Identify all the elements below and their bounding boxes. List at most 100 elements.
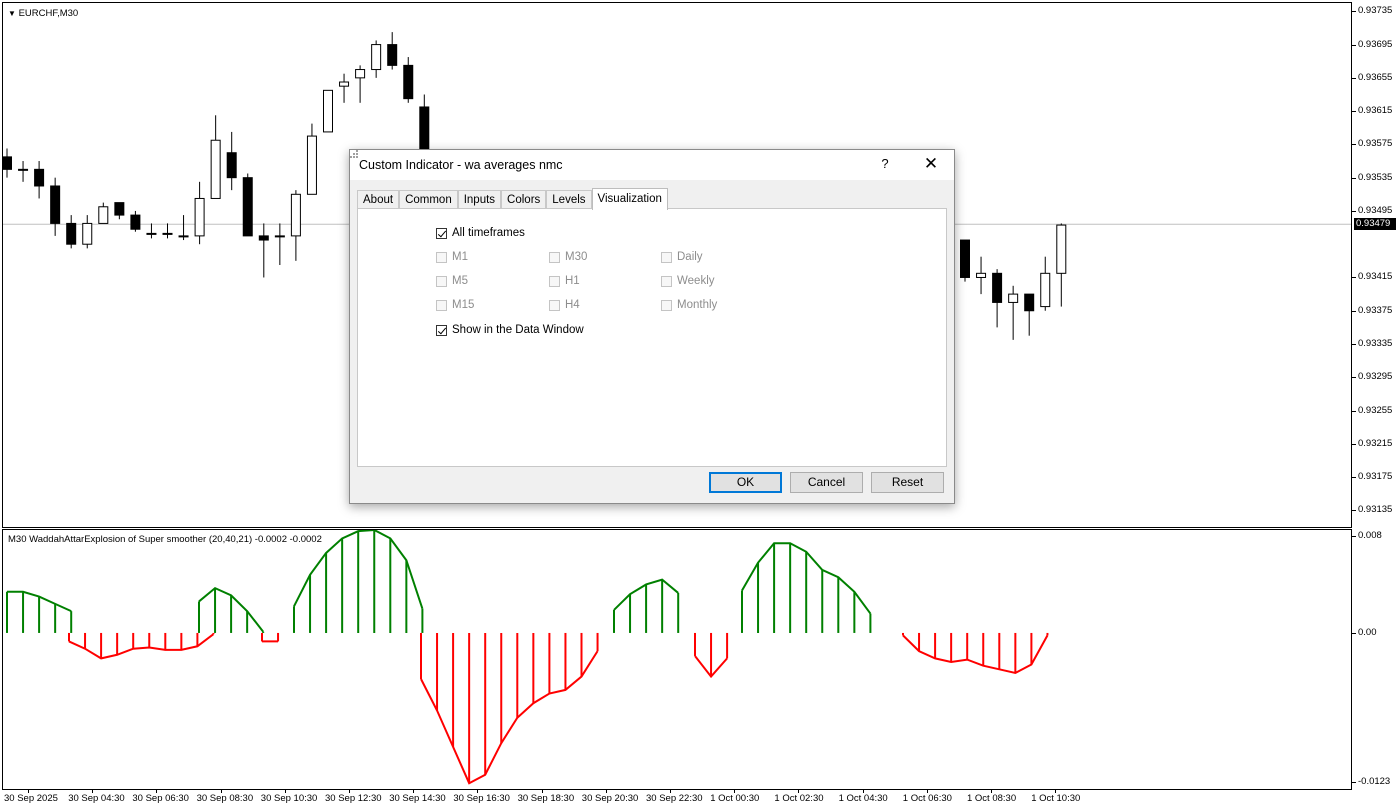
checkbox-icon[interactable]: [436, 299, 447, 311]
candle: [194, 181, 205, 245]
timeframe-m5-checkbox[interactable]: M5: [436, 275, 468, 287]
timeframe-monthly-checkbox[interactable]: Monthly: [661, 299, 717, 311]
bear-candle-body: [992, 272, 1003, 303]
candle: [178, 215, 189, 241]
candle: [162, 223, 173, 239]
checkbox-icon[interactable]: [436, 251, 447, 263]
checkbox-icon[interactable]: [661, 299, 672, 311]
bear-candle-body: [114, 202, 125, 216]
time-axis-label: 30 Sep 10:30: [260, 793, 318, 804]
timeframe-label: Monthly: [677, 299, 718, 311]
checkbox-checked-icon[interactable]: [436, 227, 447, 239]
bear-candle-body: [3, 156, 12, 170]
price-tick: [1352, 177, 1356, 179]
timeframe-m15-checkbox[interactable]: M15: [436, 299, 474, 311]
ok-button[interactable]: OK: [709, 472, 782, 493]
timeframe-m30-checkbox[interactable]: M30: [549, 251, 587, 263]
timeframe-label: H4: [565, 299, 580, 311]
bear-candle-body: [50, 185, 61, 224]
all-timeframes-label: All timeframes: [452, 227, 525, 239]
reset-button[interactable]: Reset: [871, 472, 944, 493]
time-axis-label: 30 Sep 04:30: [68, 793, 125, 804]
bear-candle-body: [403, 64, 414, 100]
indicator-axis-label: 0.008: [1358, 530, 1382, 541]
bull-candle-body: [210, 139, 221, 199]
indicator-axis-label: 0.00: [1358, 626, 1377, 638]
show-in-data-window-label: Show in the Data Window: [452, 324, 584, 336]
tab-common[interactable]: Common: [399, 190, 458, 210]
show-in-data-window-checkbox[interactable]: Show in the Data Window: [436, 324, 584, 336]
checkbox-icon[interactable]: [549, 275, 560, 287]
bull-candle-body: [371, 44, 382, 71]
price-tick: [1352, 443, 1356, 445]
time-axis[interactable]: 30 Sep 2025 30 Sep 04:30 30 Sep 06:30 30 Se…: [0, 789, 1352, 811]
tab-about[interactable]: About: [357, 190, 400, 210]
price-axis-label: 0.93695: [1358, 38, 1393, 50]
dialog-titlebar[interactable]: Custom Indicator - wa averages nmc ? ✕: [350, 150, 954, 180]
checkbox-checked-icon[interactable]: [436, 324, 447, 336]
candle: [355, 65, 366, 103]
cancel-button[interactable]: Cancel: [790, 472, 863, 493]
timeframe-daily-checkbox[interactable]: Daily: [661, 251, 703, 263]
timeframe-weekly-checkbox[interactable]: Weekly: [661, 275, 715, 287]
bear-candle-body: [34, 168, 45, 187]
time-axis-label: 30 Sep 22:30: [646, 793, 703, 804]
custom-indicator-dialog: Custom Indicator - wa averages nmc ? ✕ A…: [349, 149, 955, 504]
timeframe-label: Weekly: [677, 275, 715, 287]
price-axis-label: 0.93375: [1358, 304, 1393, 316]
candle: [1024, 293, 1035, 336]
bull-candle-body: [355, 69, 366, 79]
bull-candle-body: [323, 89, 333, 133]
bull-candle-body: [339, 81, 350, 87]
chevron-down-icon[interactable]: ▼: [8, 9, 16, 18]
timeframe-label: M30: [565, 251, 588, 263]
indicator-tick: [1352, 782, 1356, 783]
checkbox-icon[interactable]: [661, 251, 672, 263]
help-icon[interactable]: ?: [870, 156, 900, 176]
time-axis-label: 30 Sep 14:30: [389, 793, 446, 804]
indicator-tick: [1352, 536, 1356, 537]
candle: [976, 256, 987, 295]
tab-colors[interactable]: Colors: [501, 190, 547, 210]
price-axis-label: 0.93495: [1358, 204, 1393, 216]
bull-candle-body: [290, 193, 301, 237]
timeframe-m1-checkbox[interactable]: M1: [436, 251, 468, 263]
candle: [323, 89, 333, 133]
tab-inputs[interactable]: Inputs: [457, 190, 502, 210]
close-icon[interactable]: ✕: [914, 154, 948, 176]
timeframe-h4-checkbox[interactable]: H4: [549, 299, 580, 311]
candle: [34, 161, 45, 199]
tab-levels[interactable]: Levels: [546, 190, 592, 210]
bear-candle-body: [1024, 293, 1035, 312]
timeframe-h1-checkbox[interactable]: H1: [549, 275, 580, 287]
checkbox-icon[interactable]: [549, 251, 560, 263]
checkbox-icon[interactable]: [661, 275, 672, 287]
candle: [98, 202, 109, 224]
time-axis-label: 30 Sep 12:30: [325, 793, 382, 804]
candle: [82, 215, 93, 249]
bear-candle-body: [162, 232, 173, 235]
price-axis-label: 0.93175: [1358, 471, 1393, 483]
candle: [992, 269, 1003, 328]
candle: [1040, 256, 1051, 311]
candle: [387, 32, 398, 70]
price-axis-label: 0.93615: [1358, 105, 1393, 117]
indicator-envelope-line: [420, 650, 599, 785]
all-timeframes-checkbox[interactable]: All timeframes: [436, 227, 525, 239]
candle: [258, 223, 269, 278]
price-axis-label: 0.93215: [1358, 437, 1393, 449]
time-axis-label: 1 Oct 02:30: [774, 793, 824, 804]
price-tick: [1352, 77, 1356, 79]
current-price-label: 0.93479: [1354, 218, 1396, 231]
resize-grip-icon[interactable]: [350, 150, 358, 158]
time-axis-label: 1 Oct 00:30: [710, 793, 760, 804]
checkbox-icon[interactable]: [436, 275, 447, 287]
candle: [274, 223, 285, 265]
tab-visualization[interactable]: Visualization: [591, 188, 668, 210]
price-tick: [1352, 410, 1356, 412]
checkbox-icon[interactable]: [549, 299, 560, 311]
timeframe-label: M15: [452, 299, 475, 311]
bull-candle-body: [306, 135, 317, 195]
dialog-tabs: About Common Inputs Colors Levels Visual…: [357, 188, 668, 210]
indicator-pane[interactable]: [2, 529, 1352, 790]
